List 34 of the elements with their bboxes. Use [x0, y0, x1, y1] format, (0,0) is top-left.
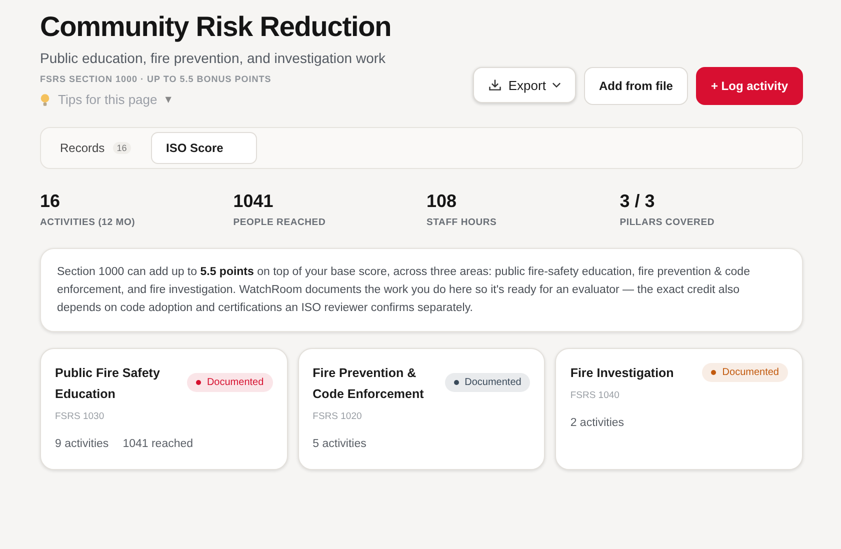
card-code: FSRS 1030: [55, 411, 106, 422]
card-metric: 2 activities: [570, 417, 624, 429]
stat-label: PEOPLE REACHED: [233, 217, 327, 228]
lightbulb-icon: [40, 92, 50, 106]
card-title: Public Fire Safety Education: [55, 365, 161, 403]
section-label: FSRS SECTION 1000 · UP TO 5.5 BONUS POINTS: [40, 74, 272, 84]
card-title: Fire Prevention & Code Enforcement: [312, 365, 425, 403]
page-subtitle: Public education, fire prevention, and investigation work: [40, 50, 387, 66]
card-code: FSRS 1040: [570, 390, 620, 401]
log-activity-button[interactable]: + Log activity: [696, 67, 803, 105]
card-metric: 1041 reached: [122, 438, 194, 450]
stat-label: ACTIVITIES (12 MO): [40, 217, 136, 228]
tab[interactable]: Records 16: [45, 132, 141, 164]
export-button[interactable]: Export: [473, 67, 576, 103]
info-text: Section 1000 can add up to 5.5 points on top of your base score, across three areas: public fire-safety education, fire prevention & code enforcement, and fire investigation. WatchRoom documents the work you do here so it's ready for an evaluator — the exact credit also depends on code adoption and certifications an ISO reviewer confirms separately.: [40, 248, 803, 332]
stat-label: PILLARS COVERED: [620, 217, 716, 228]
status-badge: Documented: [702, 363, 788, 382]
status-badge: Documented: [444, 373, 530, 392]
tab[interactable]: ISO Score: [151, 132, 257, 164]
status-badge: Documented: [186, 373, 273, 392]
page-title: Community Risk Reduction: [40, 10, 392, 44]
card-code: FSRS 1020: [312, 411, 363, 422]
card-metric: 5 activities: [312, 438, 366, 450]
download-icon: [488, 78, 502, 92]
stat-value: 108: [426, 191, 458, 212]
count-badge: 16: [112, 142, 131, 154]
stat-label: STAFF HOURS: [426, 217, 498, 228]
card-title: Fire Investigation: [570, 365, 674, 382]
card-metric: 9 activities: [55, 438, 109, 450]
stat-value: 1041: [233, 191, 274, 212]
add-file-button[interactable]: Add from file: [584, 67, 688, 105]
chevron-icon: [552, 82, 561, 88]
stat-value: 16: [40, 191, 62, 212]
stat-value: 3 / 3: [620, 191, 656, 212]
